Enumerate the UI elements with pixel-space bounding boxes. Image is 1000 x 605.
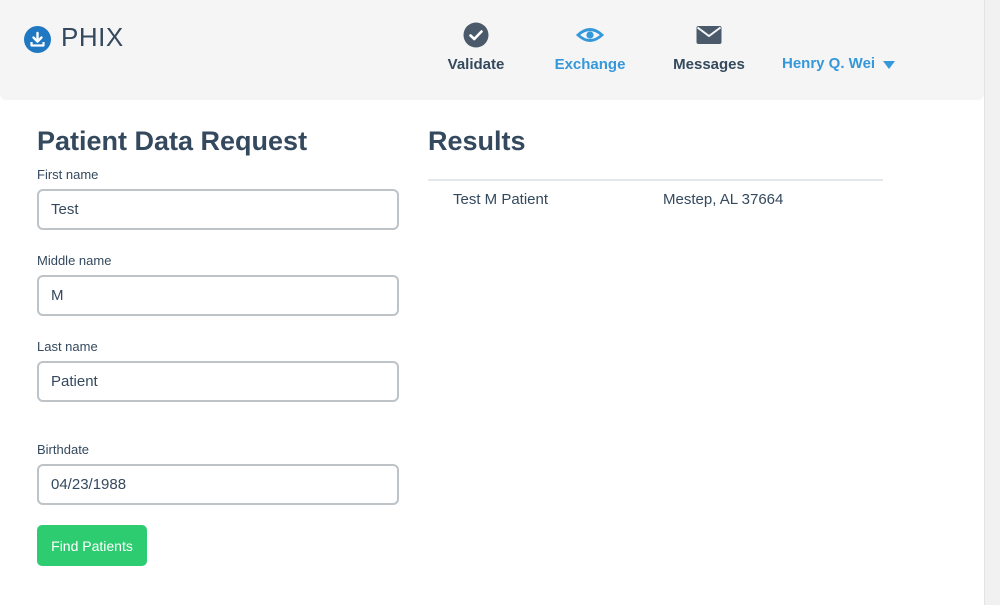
- download-icon: [24, 26, 51, 53]
- brand[interactable]: PHIX: [24, 22, 124, 55]
- results-title: Results: [428, 126, 526, 156]
- middle-name-input[interactable]: [37, 275, 399, 316]
- top-navbar: PHIX Validate Exchange Messages Henry Q.…: [0, 0, 984, 100]
- nav-validate-label: Validate: [447, 56, 505, 73]
- nav-exchange-label: Exchange: [554, 56, 626, 73]
- first-name-label: First name: [37, 167, 99, 182]
- eye-icon: [576, 28, 604, 42]
- last-name-label: Last name: [37, 339, 98, 354]
- last-name-input[interactable]: [37, 361, 399, 402]
- form-title: Patient Data Request: [37, 126, 308, 156]
- first-name-input[interactable]: [37, 189, 399, 230]
- nav-validate[interactable]: Validate: [430, 22, 522, 82]
- vertical-scrollbar[interactable]: [984, 0, 1000, 605]
- middle-name-label: Middle name: [37, 253, 112, 268]
- user-name: Henry Q. Wei: [782, 55, 876, 72]
- nav-messages[interactable]: Messages: [664, 22, 754, 82]
- birthdate-input[interactable]: [37, 464, 399, 505]
- nav-messages-label: Messages: [673, 56, 745, 73]
- check-circle-icon: [463, 22, 489, 48]
- birthdate-label: Birthdate: [37, 442, 90, 457]
- brand-name: PHIX: [61, 22, 124, 52]
- result-patient-name: Test M Patient: [453, 191, 549, 208]
- find-patients-button[interactable]: Find Patients: [37, 525, 147, 566]
- result-row[interactable]: Test M Patient Mestep, AL 37664: [428, 181, 883, 221]
- nav-exchange[interactable]: Exchange: [548, 22, 632, 82]
- user-menu[interactable]: Henry Q. Wei: [782, 55, 896, 72]
- result-patient-address: Mestep, AL 37664: [663, 191, 784, 208]
- envelope-icon: [696, 26, 722, 44]
- caret-down-icon: [883, 61, 896, 69]
